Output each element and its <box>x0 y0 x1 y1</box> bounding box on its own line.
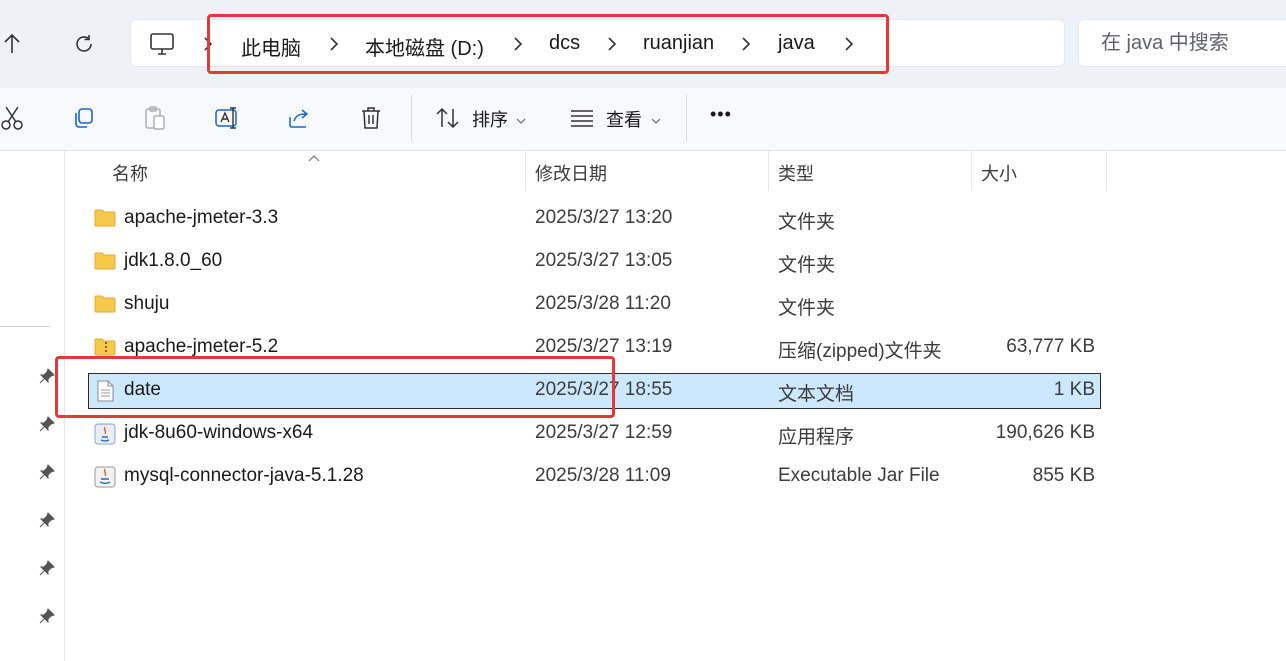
breadcrumb-local-disk[interactable]: 本地磁盘 (D:) <box>365 32 484 61</box>
column-header-date[interactable]: 修改日期 <box>535 160 607 186</box>
view-icon[interactable] <box>562 100 602 136</box>
file-size: 190,626 KB <box>995 422 1095 443</box>
pin-icon[interactable] <box>39 464 55 480</box>
breadcrumb-java[interactable]: java <box>778 32 815 55</box>
file-date: 2025/3/28 11:09 <box>535 465 671 486</box>
file-name: shuju <box>124 293 170 314</box>
folder-icon <box>94 294 116 314</box>
file-type: 文件夹 <box>778 255 836 276</box>
pin-icon[interactable] <box>39 368 55 384</box>
pin-icon[interactable] <box>39 608 55 624</box>
pin-icon[interactable] <box>39 560 55 576</box>
file-type: 压缩(zipped)文件夹 <box>778 341 942 362</box>
zip-folder-icon <box>94 337 116 357</box>
pin-icon[interactable] <box>39 416 55 432</box>
column-header-size[interactable]: 大小 <box>981 160 1017 186</box>
file-name: jdk-8u60-windows-x64 <box>124 422 314 443</box>
command-toolbar <box>0 88 1286 151</box>
file-size: 855 KB <box>1032 465 1095 486</box>
file-row[interactable]: jdk-8u60-windows-x64 2025/3/27 12:59 应用程… <box>88 416 1101 452</box>
file-size: 1 KB <box>1053 379 1095 400</box>
chevron-right-icon[interactable] <box>741 36 751 57</box>
file-name: mysql-connector-java-5.1.28 <box>124 465 364 486</box>
cut-icon[interactable] <box>0 100 32 136</box>
text-file-icon <box>94 380 116 402</box>
file-type: Executable Jar File <box>778 465 940 486</box>
file-date: 2025/3/27 13:19 <box>535 336 673 357</box>
delete-icon[interactable] <box>351 100 391 136</box>
breadcrumb-this-pc[interactable]: 此电脑 <box>241 32 301 61</box>
file-row[interactable]: apache-jmeter-5.2 2025/3/27 13:19 压缩(zip… <box>88 330 1101 366</box>
pin-icon[interactable] <box>39 512 55 528</box>
file-row[interactable]: mysql-connector-java-5.1.28 2025/3/28 11… <box>88 459 1101 495</box>
search-box[interactable] <box>1078 19 1286 67</box>
toolbar-divider <box>686 95 687 141</box>
computer-icon[interactable] <box>149 32 175 61</box>
file-type: 应用程序 <box>778 427 855 448</box>
copy-icon[interactable] <box>63 100 103 136</box>
breadcrumb-dcs[interactable]: dcs <box>549 32 580 55</box>
sort-icon[interactable] <box>428 100 468 136</box>
sort-ascending-icon <box>308 150 320 168</box>
file-size: 63,777 KB <box>1006 336 1095 357</box>
file-date: 2025/3/27 18:55 <box>535 379 673 400</box>
file-date: 2025/3/27 13:05 <box>535 250 673 271</box>
search-input[interactable] <box>1099 31 1286 56</box>
column-divider[interactable] <box>971 151 972 191</box>
file-row-selected[interactable]: date 2025/3/27 18:55 文本文档 1 KB <box>88 373 1101 409</box>
file-row[interactable]: shuju 2025/3/28 11:20 文件夹 <box>88 287 1101 323</box>
file-row[interactable]: jdk1.8.0_60 2025/3/27 13:05 文件夹 <box>88 244 1101 280</box>
file-type: 文件夹 <box>778 212 836 233</box>
breadcrumb-ruanjian[interactable]: ruanjian <box>643 32 714 55</box>
chevron-right-icon[interactable] <box>329 36 339 57</box>
toolbar-divider <box>411 95 412 141</box>
file-row[interactable]: apache-jmeter-3.3 2025/3/27 13:20 文件夹 <box>88 201 1101 237</box>
folder-icon <box>94 251 116 271</box>
column-divider[interactable] <box>525 151 526 191</box>
share-icon[interactable] <box>279 100 319 136</box>
file-name: jdk1.8.0_60 <box>124 250 223 271</box>
paste-icon[interactable] <box>135 100 175 136</box>
sort-button[interactable]: 排序 <box>472 106 508 132</box>
chevron-right-icon[interactable] <box>513 36 523 57</box>
more-options-button[interactable]: ••• <box>710 104 732 125</box>
chevron-right-icon[interactable] <box>844 36 854 57</box>
rename-icon[interactable] <box>207 100 247 136</box>
nav-divider <box>0 326 50 327</box>
file-date: 2025/3/27 13:20 <box>535 207 673 228</box>
folder-icon <box>94 208 116 228</box>
refresh-icon[interactable] <box>66 26 102 62</box>
column-divider[interactable] <box>1106 151 1107 191</box>
navigation-pane <box>0 151 65 661</box>
file-name: apache-jmeter-5.2 <box>124 336 279 357</box>
view-button[interactable]: 查看 <box>606 106 642 132</box>
file-type: 文本文档 <box>778 384 855 405</box>
chevron-down-icon[interactable] <box>651 112 661 130</box>
chevron-right-icon[interactable] <box>607 36 617 57</box>
column-divider[interactable] <box>768 151 769 191</box>
file-date: 2025/3/28 11:20 <box>535 293 671 314</box>
file-date: 2025/3/27 12:59 <box>535 422 673 443</box>
file-name: date <box>124 379 161 400</box>
column-header-name[interactable]: 名称 <box>112 160 148 186</box>
address-bar[interactable]: 此电脑 本地磁盘 (D:) dcs ruanjian java <box>130 19 1065 67</box>
file-name: apache-jmeter-3.3 <box>124 207 279 228</box>
jar-file-icon <box>94 466 116 488</box>
file-type: 文件夹 <box>778 298 836 319</box>
column-header-type[interactable]: 类型 <box>778 160 814 186</box>
chevron-right-icon[interactable] <box>203 36 213 57</box>
chevron-down-icon[interactable] <box>516 112 526 130</box>
up-arrow-icon[interactable] <box>0 26 30 62</box>
java-installer-icon <box>94 423 116 445</box>
